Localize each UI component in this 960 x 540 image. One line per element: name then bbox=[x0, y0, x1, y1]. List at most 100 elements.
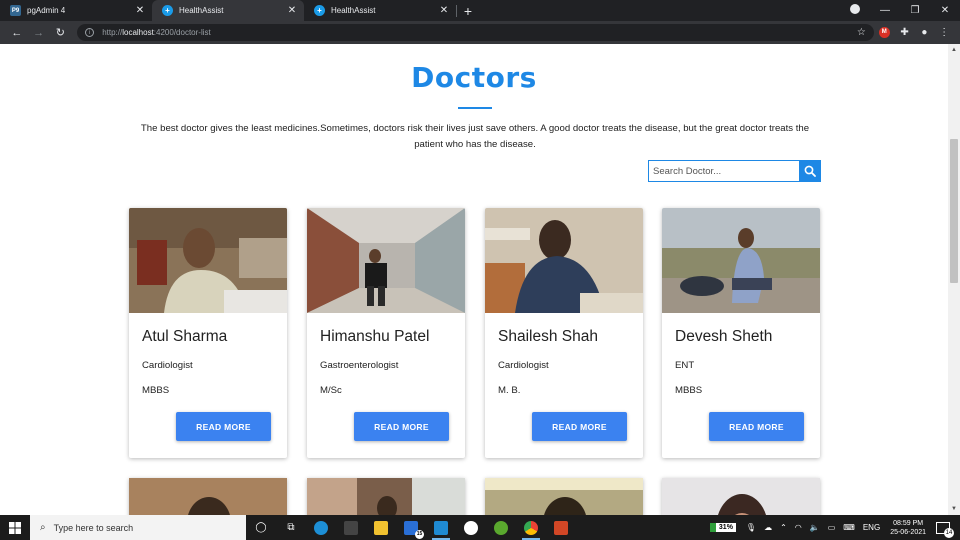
scroll-up-arrow-icon[interactable]: ▲ bbox=[948, 44, 960, 56]
doctor-specialty: Cardiologist bbox=[498, 360, 549, 371]
extensions-puzzle-icon[interactable]: ✚ bbox=[895, 27, 915, 38]
search-input[interactable] bbox=[648, 160, 799, 182]
restore-icon[interactable]: ❐ bbox=[900, 5, 930, 16]
account-icon[interactable]: ● bbox=[914, 27, 934, 38]
browser-menu-icon[interactable]: ⋮ bbox=[934, 27, 954, 38]
clock[interactable]: 08:59 PM 25-06-2021 bbox=[890, 519, 926, 537]
new-tab-plus-icon[interactable]: + bbox=[457, 0, 479, 21]
forward-arrow-icon[interactable]: → bbox=[28, 27, 50, 39]
language-indicator[interactable]: ENG bbox=[863, 523, 880, 532]
wifi-icon[interactable]: ◠ bbox=[795, 523, 802, 532]
doctor-card-partial bbox=[485, 478, 643, 515]
chrome-icon[interactable] bbox=[516, 515, 546, 540]
doctor-card: Shailesh Shah Cardiologist M. B. READ MO… bbox=[485, 208, 643, 458]
doctor-specialty: Gastroenterologist bbox=[320, 360, 399, 371]
tab-close-icon[interactable]: ✕ bbox=[134, 5, 146, 16]
vscode-icon[interactable] bbox=[426, 515, 456, 540]
tab-title: HealthAssist bbox=[331, 6, 376, 15]
url-path: :4200/doctor-list bbox=[153, 28, 211, 37]
start-button[interactable] bbox=[0, 521, 30, 534]
doctor-card-partial bbox=[129, 478, 287, 515]
doctor-photo bbox=[129, 208, 287, 313]
battery-indicator[interactable]: 31% bbox=[709, 523, 736, 532]
notification-count: 14 bbox=[944, 527, 954, 538]
read-more-button[interactable]: READ MORE bbox=[709, 412, 804, 441]
reload-icon[interactable]: ↻ bbox=[49, 26, 71, 39]
app-icon[interactable] bbox=[456, 515, 486, 540]
tab-pgadmin[interactable]: P9 pgAdmin 4 ✕ bbox=[0, 0, 152, 21]
page-tagline: The best doctor gives the least medicine… bbox=[140, 123, 810, 150]
healthassist-favicon-icon: + bbox=[162, 5, 173, 16]
tab-close-icon[interactable]: ✕ bbox=[286, 5, 298, 16]
file-explorer-icon[interactable] bbox=[366, 515, 396, 540]
scrollbar-thumb[interactable] bbox=[950, 139, 958, 283]
tab-title: HealthAssist bbox=[179, 6, 224, 15]
system-tray: 31% 🎙 ☁ ⌃ ◠ 🔈 ▭ ⌨ ENG 08:59 PM 25-06-202… bbox=[709, 515, 960, 540]
page-title: Doctors bbox=[411, 61, 537, 94]
taskbar-search[interactable]: ⌕ Type here to search bbox=[30, 515, 246, 540]
url-prefix: http:// bbox=[102, 28, 123, 37]
taskbar-search-placeholder: Type here to search bbox=[53, 522, 134, 533]
weather-icon[interactable]: ☁ bbox=[764, 523, 772, 532]
page-content: Doctors The best doctor gives the least … bbox=[0, 44, 948, 515]
tab-healthassist-active[interactable]: + HealthAssist ✕ bbox=[152, 0, 304, 21]
read-more-button[interactable]: READ MORE bbox=[354, 412, 449, 441]
doctor-specialty: ENT bbox=[675, 360, 695, 371]
tab-healthassist[interactable]: + HealthAssist ✕ bbox=[304, 0, 456, 21]
doctor-card: Himanshu Patel Gastroenterologist M/Sc R… bbox=[307, 208, 465, 458]
doctor-name: Devesh Sheth bbox=[675, 328, 773, 345]
doctor-card-partial bbox=[307, 478, 465, 515]
app-green-icon[interactable] bbox=[486, 515, 516, 540]
title-underline bbox=[458, 107, 492, 109]
windows-taskbar: ⌕ Type here to search ◯ ⧉ 15 31% 🎙 ☁ ⌃ ◠… bbox=[0, 515, 960, 540]
doctor-name: Atul Sharma bbox=[142, 328, 228, 345]
volume-icon[interactable]: 🔈 bbox=[810, 523, 820, 532]
site-info-icon[interactable]: i bbox=[85, 28, 95, 37]
doctor-photo bbox=[485, 208, 643, 313]
cortana-icon[interactable]: ◯ bbox=[246, 515, 276, 540]
doctor-name: Shailesh Shah bbox=[498, 328, 598, 345]
doctor-photo bbox=[307, 208, 465, 313]
mail-badge: 15 bbox=[415, 529, 424, 539]
tab-title: pgAdmin 4 bbox=[27, 6, 66, 15]
doctor-degree: MBBS bbox=[675, 385, 703, 396]
window-controls: — ❐ ✕ bbox=[840, 0, 960, 21]
tab-close-icon[interactable]: ✕ bbox=[438, 5, 450, 16]
battery-icon[interactable]: ▭ bbox=[828, 523, 836, 532]
healthassist-favicon-icon: + bbox=[314, 5, 325, 16]
clock-date: 25-06-2021 bbox=[890, 528, 926, 536]
search-button[interactable] bbox=[799, 160, 821, 182]
search-icon bbox=[804, 165, 816, 177]
task-view-icon[interactable]: ⧉ bbox=[276, 515, 306, 540]
browser-toolbar: ← → ↻ i http://localhost:4200/doctor-lis… bbox=[0, 21, 960, 44]
doctor-specialty: Cardiologist bbox=[142, 360, 193, 371]
search-icon: ⌕ bbox=[40, 522, 46, 533]
close-window-icon[interactable]: ✕ bbox=[930, 5, 960, 16]
store-icon[interactable] bbox=[336, 515, 366, 540]
chevron-up-icon[interactable]: ⌃ bbox=[780, 523, 787, 532]
mic-icon[interactable]: 🎙 bbox=[746, 523, 756, 532]
read-more-button[interactable]: READ MORE bbox=[176, 412, 271, 441]
mail-icon[interactable]: 15 bbox=[396, 515, 426, 540]
pgadmin-favicon-icon: P9 bbox=[10, 5, 21, 16]
extension-m-icon[interactable]: M bbox=[878, 27, 890, 38]
doctor-card: Atul Sharma Cardiologist MBBS READ MORE bbox=[129, 208, 287, 458]
doctor-photo bbox=[662, 208, 820, 313]
windows-logo-icon bbox=[9, 521, 21, 534]
read-more-button[interactable]: READ MORE bbox=[532, 412, 627, 441]
notification-icon[interactable]: 14 bbox=[936, 521, 954, 538]
edge-icon[interactable] bbox=[306, 515, 336, 540]
doctor-degree: MBBS bbox=[142, 385, 170, 396]
powerpoint-icon[interactable] bbox=[546, 515, 576, 540]
url-host: localhost bbox=[122, 28, 154, 37]
minimize-icon[interactable]: — bbox=[870, 5, 900, 16]
profile-icon[interactable] bbox=[840, 4, 870, 17]
back-arrow-icon[interactable]: ← bbox=[6, 27, 28, 39]
address-bar[interactable]: i http://localhost:4200/doctor-list ☆ bbox=[77, 24, 874, 41]
clock-time: 08:59 PM bbox=[893, 519, 924, 527]
scroll-down-arrow-icon[interactable]: ▼ bbox=[948, 503, 960, 515]
keyboard-icon[interactable]: ⌨ bbox=[843, 523, 855, 532]
bookmark-star-icon[interactable]: ☆ bbox=[857, 27, 866, 38]
doctor-card-partial bbox=[662, 478, 820, 515]
page-scrollbar[interactable]: ▲ ▼ bbox=[948, 44, 960, 515]
